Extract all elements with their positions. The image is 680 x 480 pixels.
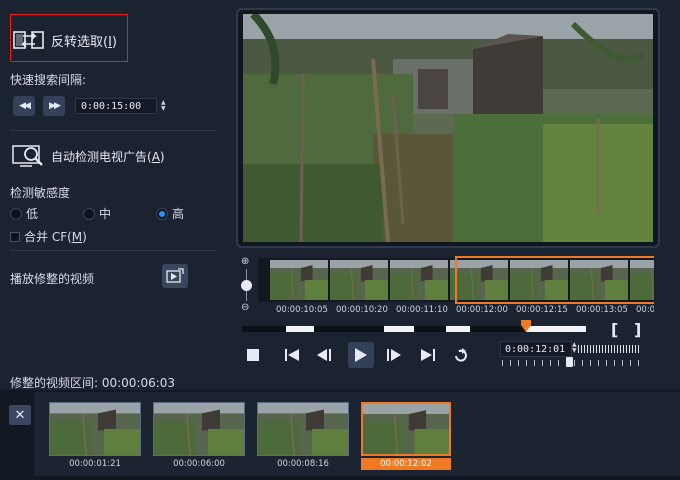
divider [10, 250, 216, 251]
go-end-icon [421, 349, 435, 361]
prev-frame-button[interactable] [314, 342, 334, 368]
invert-selection-label: 反转选取( [51, 34, 109, 50]
repeat-icon [455, 348, 467, 362]
trim-segment [526, 326, 586, 332]
zoom-control: ⊕ ⊖ [240, 256, 254, 314]
go-start-icon [285, 349, 299, 361]
merge-cf-shortcut: M [71, 230, 83, 244]
sensitivity-low-radio[interactable]: 低 [10, 205, 38, 222]
merge-cf-label: 合并 CF( [24, 230, 72, 244]
position-timecode-input[interactable]: 0:00:12:01 [500, 341, 572, 357]
stop-icon [247, 349, 259, 361]
video-frame-image [243, 14, 653, 242]
trim-segment [286, 326, 314, 332]
divider [10, 130, 216, 131]
detect-ads-button[interactable]: 自动检测电视广告(A) [12, 143, 165, 169]
rewind-icon: ◀◀ [19, 101, 31, 111]
go-end-button[interactable] [418, 342, 438, 368]
invert-selection-icon [12, 26, 46, 54]
invert-selection-close: ) [111, 34, 117, 50]
delete-clip-button[interactable]: ✕ [9, 405, 31, 425]
clip-timecode-selected: 00:00:12:02 [361, 458, 451, 470]
fast-forward-button[interactable]: ▶▶ [43, 96, 65, 116]
scan-interval-stepper[interactable]: ▲ ▼ [161, 100, 166, 112]
jog-ruler[interactable] [578, 345, 640, 353]
close-icon: ✕ [14, 407, 26, 423]
clip-thumbnail-selected[interactable] [361, 402, 451, 456]
shuttle-handle[interactable] [566, 357, 573, 367]
trim-segment [446, 326, 470, 332]
clip-timecode: 00:00:08:16 [277, 459, 329, 469]
sensitivity-high-label: 高 [172, 207, 185, 221]
radio-dot [83, 207, 96, 220]
sensitivity-label: 检测敏感度 [10, 186, 71, 200]
merge-cf-checkbox[interactable]: 合并 CF(M) [10, 228, 87, 245]
repeat-button[interactable] [451, 342, 471, 368]
video-preview[interactable] [243, 14, 653, 242]
playhead-marker[interactable] [521, 320, 531, 332]
timecode-label: 00:00:13:05 [576, 305, 628, 315]
clip-thumbnail[interactable] [153, 402, 245, 456]
mark-out-button[interactable]: ] [634, 320, 641, 339]
play-icon [355, 348, 367, 362]
magnify-tv-icon [12, 143, 46, 169]
detect-ads-label: 自动检测电视广告( [51, 149, 152, 164]
strip-frame [390, 260, 448, 300]
zoom-in-icon[interactable]: ⊕ [241, 256, 249, 267]
sensitivity-low-label: 低 [26, 207, 39, 221]
left-panel: 反转选取(I) 快速搜索间隔: ◀◀ ▶▶ 0:00:15:00 ▲ ▼ 自动检测… [0, 0, 228, 372]
detect-ads-shortcut: A [151, 149, 160, 164]
timecode-label: 00:00:12:00 [456, 305, 508, 315]
play-trimmed-icon [166, 268, 184, 283]
next-frame-icon [387, 349, 401, 361]
zoom-handle[interactable] [241, 280, 252, 291]
position-stepper[interactable]: ▲ ▼ [572, 342, 577, 354]
timecode-label: 00:00:10:05 [276, 305, 328, 315]
sensitivity-high-radio[interactable]: 高 [156, 205, 184, 222]
clip-timecode: 00:00:01:21 [69, 459, 121, 469]
strip-frame [330, 260, 388, 300]
trimmed-duration-label: 修整的视频区间: 00:00:06:03 [10, 376, 176, 390]
clip-thumbnail[interactable] [257, 402, 349, 456]
play-trimmed-label: 播放修整的视频 [10, 272, 95, 286]
merge-cf-close: ) [82, 230, 87, 244]
timecode-label: 00:00:11:10 [396, 305, 448, 315]
clip-thumbnail[interactable] [49, 402, 141, 456]
radio-dot-selected [156, 207, 169, 220]
detect-ads-close: ) [159, 149, 165, 164]
timecode-label: 00:00:13:20 [636, 305, 654, 315]
trim-track[interactable] [242, 326, 586, 332]
invert-selection-button[interactable]: 反转选取(I) [12, 26, 117, 54]
selected-range-highlight [455, 256, 654, 304]
strip-frame [270, 260, 328, 300]
timecode-label: 00:00:12:15 [516, 305, 568, 315]
timecode-label: 00:00:10:20 [336, 305, 388, 315]
stop-button[interactable] [244, 342, 262, 368]
clip-timecode: 00:00:06:00 [173, 459, 225, 469]
checkbox-box [10, 231, 20, 242]
prev-frame-icon [317, 349, 331, 361]
fast-forward-icon: ▶▶ [49, 101, 61, 111]
trim-segment [384, 326, 414, 332]
go-start-button[interactable] [282, 342, 302, 368]
play-button[interactable] [348, 342, 374, 368]
next-frame-button[interactable] [384, 342, 404, 368]
scan-interval-label: 快速搜索间隔: [10, 73, 87, 87]
sensitivity-mid-label: 中 [99, 207, 112, 221]
rewind-button[interactable]: ◀◀ [13, 96, 35, 116]
sensitivity-mid-radio[interactable]: 中 [83, 205, 111, 222]
radio-dot [10, 207, 22, 220]
scan-interval-input[interactable]: 0:00:15:00 [75, 98, 157, 114]
zoom-out-icon[interactable]: ⊖ [241, 302, 249, 313]
play-trimmed-button[interactable] [162, 264, 188, 288]
mark-in-button[interactable]: [ [611, 320, 618, 339]
